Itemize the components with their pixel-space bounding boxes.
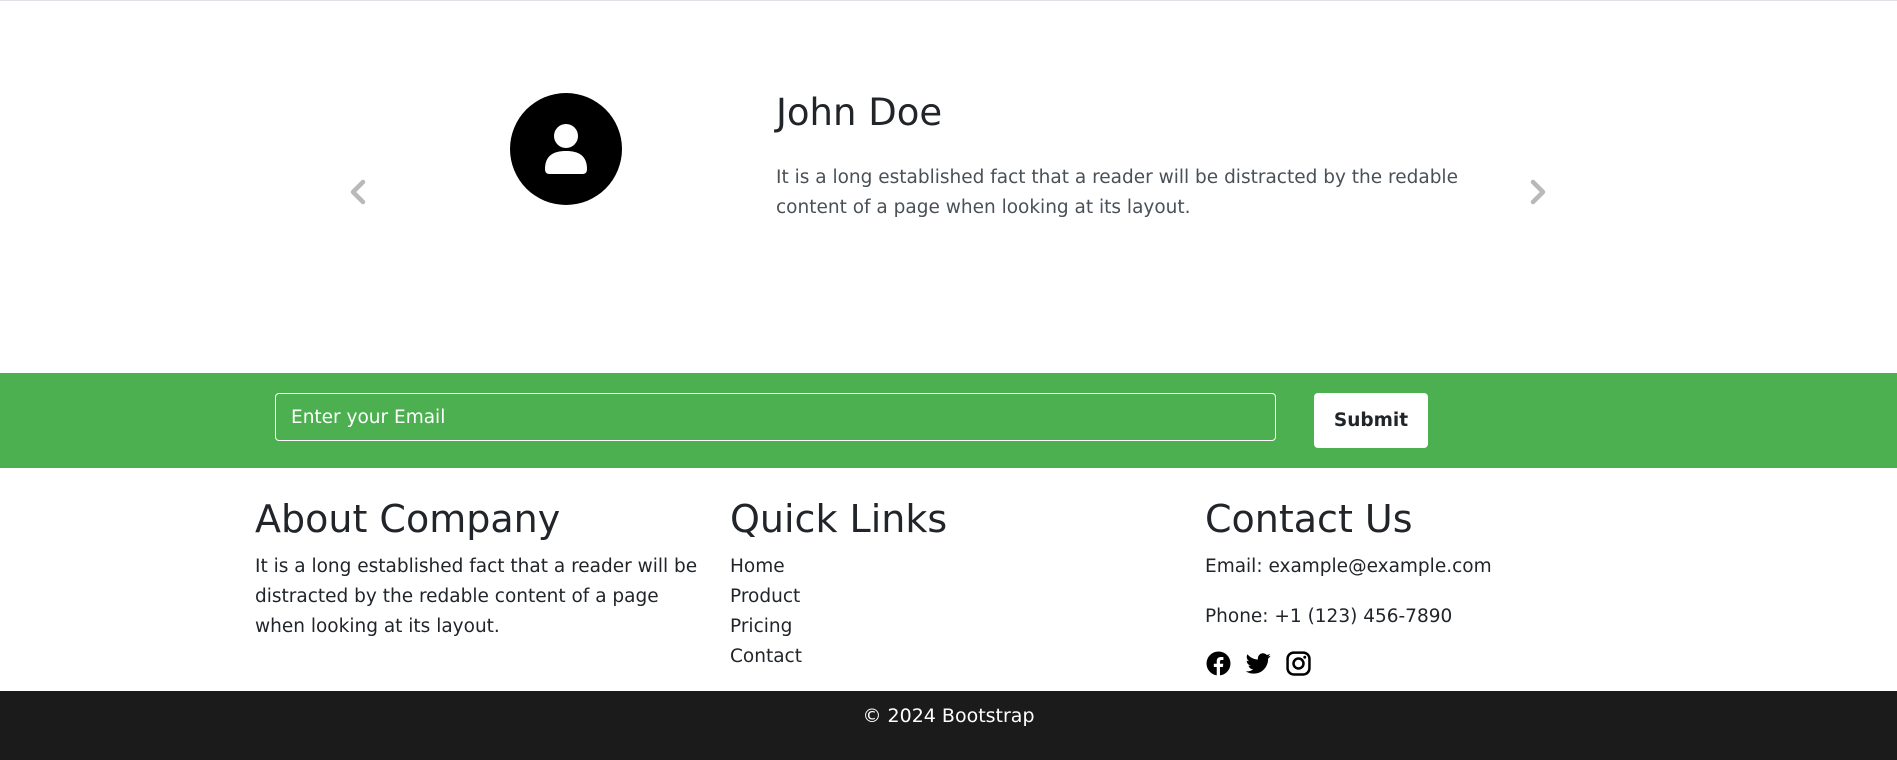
carousel-prev-button[interactable] xyxy=(346,177,370,207)
quick-links-heading: Quick Links xyxy=(730,497,948,541)
avatar xyxy=(510,93,622,205)
testimonial-carousel: John Doe It is a long established fact t… xyxy=(0,1,1897,373)
quick-links-column: Quick Links Home Product Pricing Contact xyxy=(730,496,1150,672)
link-home[interactable]: Home xyxy=(730,556,785,577)
chevron-right-icon xyxy=(1530,179,1546,205)
link-pricing[interactable]: Pricing xyxy=(730,616,792,637)
email-input[interactable] xyxy=(275,393,1276,441)
testimonial-name: John Doe xyxy=(776,91,943,134)
contact-heading: Contact Us xyxy=(1205,497,1413,541)
link-contact[interactable]: Contact xyxy=(730,646,802,667)
user-icon xyxy=(545,124,587,174)
testimonial-text: It is a long established fact that a rea… xyxy=(776,167,1458,218)
about-text: It is a long established fact that a rea… xyxy=(255,556,698,637)
about-heading: About Company xyxy=(255,497,561,541)
bottom-bar: © 2024 Bootstrap xyxy=(0,691,1897,760)
copyright-text: © 2024 Bootstrap xyxy=(862,704,1035,727)
carousel-next-button[interactable] xyxy=(1526,177,1550,207)
facebook-icon[interactable] xyxy=(1205,650,1231,676)
quick-links-list: Home Product Pricing Contact xyxy=(730,552,1150,672)
chevron-left-icon xyxy=(350,179,366,205)
instagram-icon[interactable] xyxy=(1285,650,1311,676)
newsletter-band: Submit xyxy=(0,373,1897,468)
twitter-icon[interactable] xyxy=(1245,650,1271,676)
contact-phone: Phone: +1 (123) 456-7890 xyxy=(1205,606,1453,627)
footer: About Company It is a long established f… xyxy=(0,468,1897,691)
social-links xyxy=(1205,650,1625,676)
link-product[interactable]: Product xyxy=(730,586,800,607)
submit-button[interactable]: Submit xyxy=(1314,393,1428,448)
contact-us-column: Contact Us Email: example@example.com Ph… xyxy=(1205,496,1625,676)
contact-email: Email: example@example.com xyxy=(1205,556,1492,577)
about-company-column: About Company It is a long established f… xyxy=(255,496,705,642)
